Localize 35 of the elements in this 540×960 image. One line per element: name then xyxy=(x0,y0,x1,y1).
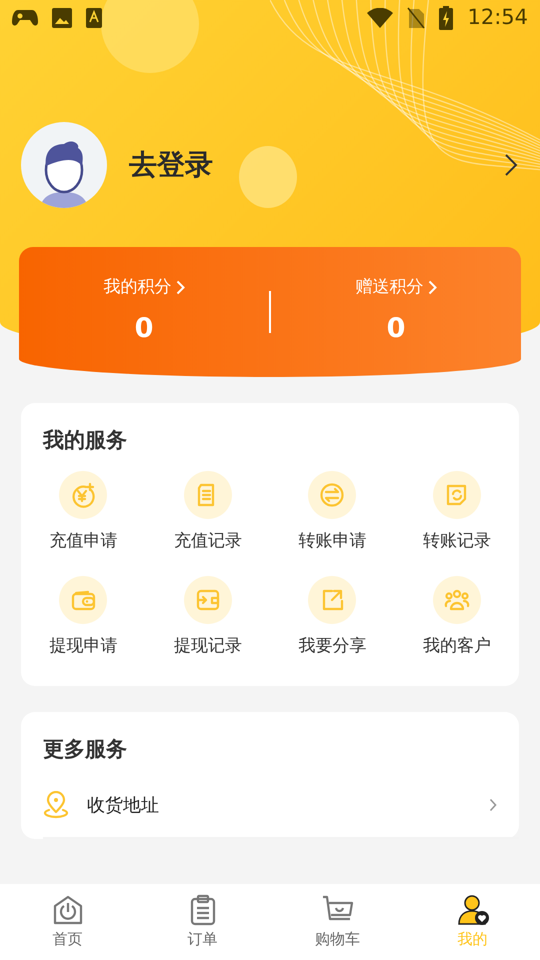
chevron-right-icon xyxy=(489,798,497,812)
service-item[interactable]: 我要分享 xyxy=(270,576,394,660)
chevron-right-icon[interactable] xyxy=(504,153,518,177)
coin-plus-icon xyxy=(70,482,96,508)
transfer-icon xyxy=(319,482,346,508)
section-title: 我的服务 xyxy=(42,427,128,454)
people-group-icon xyxy=(444,587,470,613)
clock: 12:54 xyxy=(467,4,528,32)
list-item[interactable]: 收货地址 xyxy=(43,773,519,839)
battery-charging-icon xyxy=(439,6,454,30)
login-prompt[interactable]: 去登录 xyxy=(129,144,213,186)
image-icon xyxy=(52,8,72,28)
home-icon xyxy=(52,894,84,926)
chevron-right-icon xyxy=(428,280,436,296)
tab[interactable]: 购物车 xyxy=(270,884,405,960)
service-item[interactable]: 我的客户 xyxy=(394,576,519,660)
tab[interactable]: 订单 xyxy=(135,884,270,960)
points-value: 0 xyxy=(386,312,406,346)
user-heart-icon xyxy=(456,894,488,926)
service-item[interactable]: 提现记录 xyxy=(146,576,270,660)
service-item[interactable]: 充值申请 xyxy=(21,470,146,554)
location-pin-icon xyxy=(43,791,69,819)
text-box-icon xyxy=(86,8,102,28)
no-sim-icon xyxy=(407,7,426,29)
tab[interactable]: 首页 xyxy=(0,884,135,960)
chevron-right-icon xyxy=(176,280,184,296)
service-item[interactable]: 转账记录 xyxy=(394,470,519,554)
service-item[interactable]: 转账申请 xyxy=(270,470,394,554)
service-item[interactable]: 提现申请 xyxy=(21,576,146,660)
gamepad-icon xyxy=(12,9,38,27)
section-title: 更多服务 xyxy=(42,736,128,762)
decorative-circle xyxy=(239,146,297,208)
points-value: 0 xyxy=(134,312,154,346)
service-item[interactable]: 充值记录 xyxy=(146,470,270,554)
wifi-icon xyxy=(367,8,394,28)
